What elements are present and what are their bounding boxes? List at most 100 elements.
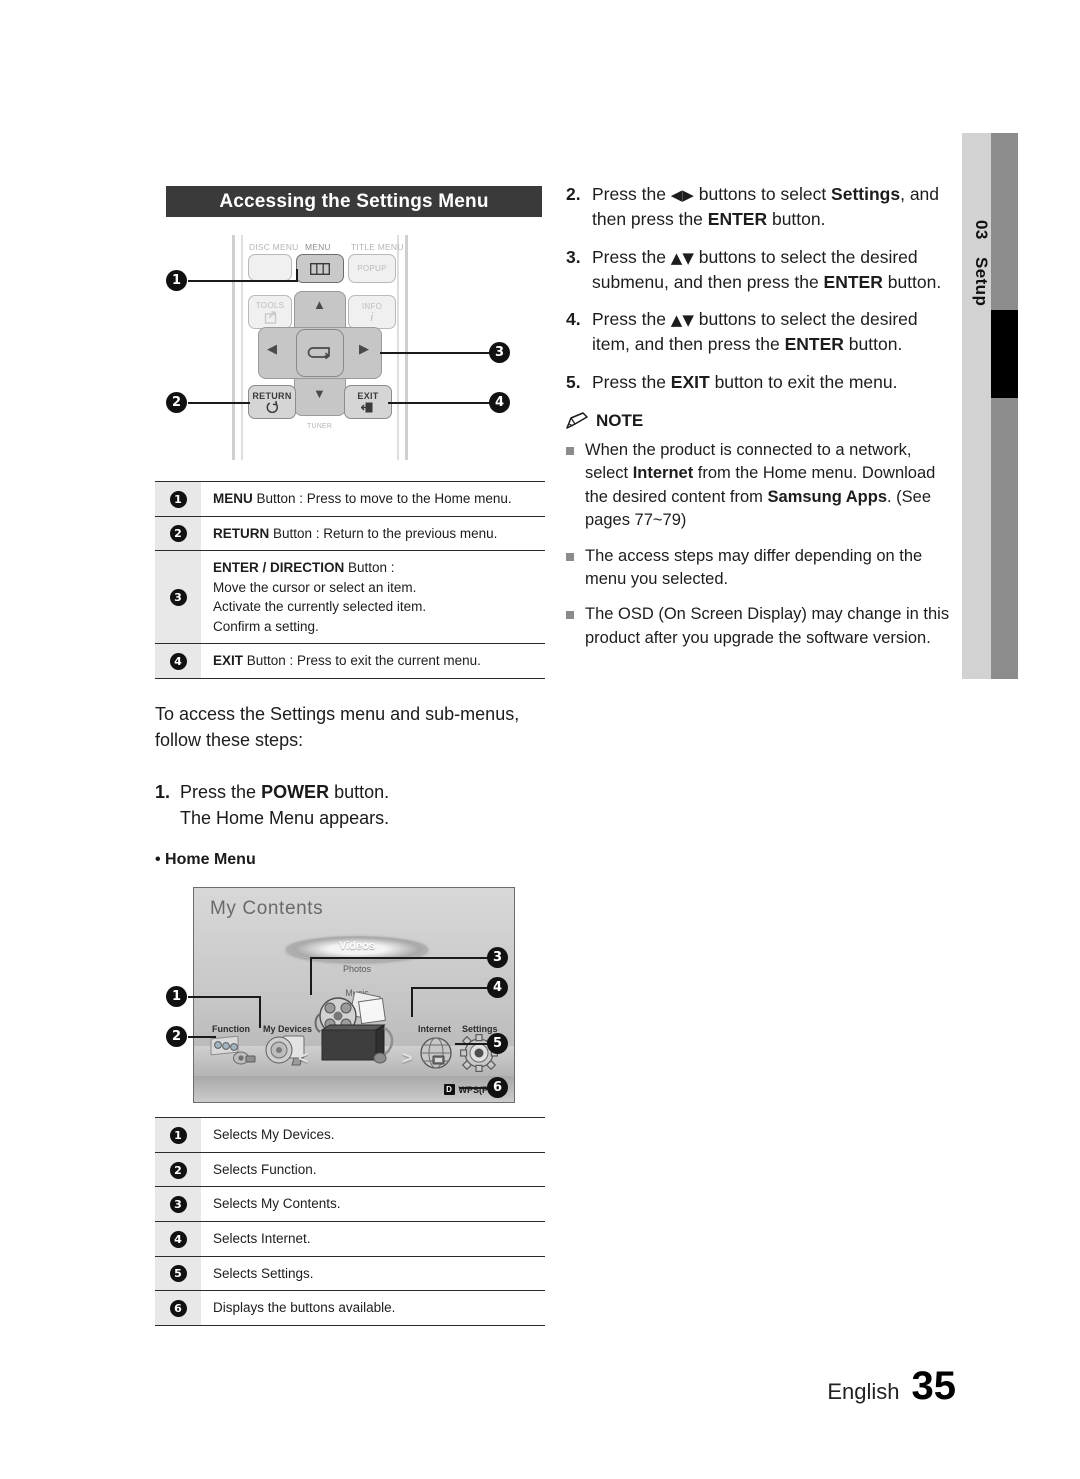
table-row: 3 Selects My Contents. <box>155 1186 545 1222</box>
note-item: The access steps may differ depending on… <box>566 545 958 592</box>
chapter-label: Setup <box>972 257 991 307</box>
callout-lead-2 <box>188 402 250 404</box>
wps-key-icon: D <box>443 1084 455 1096</box>
enter-key[interactable] <box>296 329 344 377</box>
note-list: When the product is connected to a netwo… <box>566 439 958 650</box>
return-key[interactable]: RETURN <box>248 385 296 419</box>
chevron-left-icon[interactable]: < <box>298 1048 309 1069</box>
hm-callout-lead-4 <box>411 987 489 989</box>
note-item: When the product is connected to a netwo… <box>566 439 958 533</box>
info-key[interactable]: INFO i <box>348 295 396 329</box>
row-text-cell: ENTER / DIRECTION Button : Move the curs… <box>201 551 545 644</box>
row-number: 3 <box>169 1196 187 1214</box>
emphasis-text: ENTER <box>823 271 883 292</box>
row-number: 2 <box>169 525 187 543</box>
hm-callout-lead-1b <box>259 996 261 1029</box>
row-rest: Button : Return to the previous menu. <box>269 525 498 541</box>
dpad-left-icon[interactable]: ◀ <box>267 341 277 357</box>
row-subline: Confirm a setting. <box>213 618 319 634</box>
remote-control-figure: DISC MENU MENU TITLE MENU POPUP TOOLS IN… <box>155 227 545 467</box>
row-text-cell: Selects Function. <box>213 1161 317 1177</box>
tools-key[interactable]: TOOLS <box>248 295 292 329</box>
row-text-cell: RETURN Button : Return to the previous m… <box>201 516 545 551</box>
home-menu-figure: My Contents Videos Photos Music Function… <box>155 879 545 1109</box>
dpad-up-icon[interactable]: ▲ <box>313 297 326 312</box>
carousel-item-videos[interactable]: Videos <box>286 940 428 952</box>
row-number-cell: 3 <box>155 1186 201 1222</box>
callout-lead-1b <box>296 269 298 282</box>
dpad-down-icon[interactable]: ▼ <box>313 386 326 401</box>
menu-key[interactable] <box>296 254 344 283</box>
table-row: 5 Selects Settings. <box>155 1256 545 1291</box>
step-1-line2: The Home Menu appears. <box>180 808 390 829</box>
hm-callout-lead-1 <box>188 996 260 998</box>
body-text-run: buttons to select <box>693 184 832 204</box>
function-icon[interactable] <box>210 1036 256 1075</box>
row-number-cell: 2 <box>155 1152 201 1187</box>
row-number-cell: 4 <box>155 1221 201 1257</box>
steps-list: 2. Press the ◀▶ buttons to select Setting… <box>566 182 958 395</box>
chapter-tab-marker <box>991 310 1018 398</box>
intro-paragraph: To access the Settings menu and sub-menu… <box>155 703 520 751</box>
step-1-text: Press the POWER button. The Home Menu app… <box>180 779 389 831</box>
body-text-run: Press the <box>592 309 671 330</box>
table-row: 4 EXIT Button : Press to exit the curren… <box>155 643 545 679</box>
carousel-item-photos[interactable]: Photos <box>286 964 428 974</box>
remote-edge-left-inner <box>241 235 243 460</box>
remote-button-table: 1 MENU Button : Press to move to the Hom… <box>155 481 545 679</box>
popup-key[interactable]: POPUP <box>348 254 396 283</box>
emphasis-text: EXIT <box>670 372 710 393</box>
tools-icon <box>264 310 276 324</box>
step-number: 5. <box>566 372 581 393</box>
table-row: 1 Selects My Devices. <box>155 1117 545 1153</box>
step-text: Press the ▲▼ buttons to select the desir… <box>592 245 958 295</box>
hm-callout-lead-3 <box>310 957 488 959</box>
callout-lead-3 <box>380 352 492 354</box>
callout-marker-1: 1 <box>166 270 187 291</box>
my-contents-icon[interactable] <box>312 991 404 1077</box>
step-item: 3. Press the ▲▼ buttons to select the des… <box>566 245 958 295</box>
internet-icon[interactable] <box>418 1036 454 1075</box>
note-item: The OSD (On Screen Display) may change i… <box>566 603 958 650</box>
note-heading: NOTE <box>566 411 958 431</box>
row-number: 4 <box>169 653 187 671</box>
home-menu-table: 1 Selects My Devices. 2 Selects Function… <box>155 1117 545 1326</box>
step-item: 5. Press the EXIT button to exit the menu… <box>566 370 958 395</box>
icon-label-settings: Settings <box>462 1024 498 1035</box>
table-row: 3 ENTER / DIRECTION Button : Move the cu… <box>155 550 545 644</box>
callout-lead-1 <box>188 280 298 282</box>
arrow-glyphs: ▲▼ <box>670 248 694 267</box>
note-bullet-icon <box>566 611 574 620</box>
row-text-cell: Selects Internet. <box>213 1231 311 1246</box>
note-heading-text: NOTE <box>596 410 644 430</box>
body-text-run: The access steps may differ depending on… <box>585 546 923 589</box>
tuner-label: TUNER <box>307 423 333 430</box>
disc-menu-label: DISC MENU <box>249 242 299 252</box>
menu-icon <box>310 262 330 275</box>
step-1-post: button. <box>329 782 390 803</box>
table-row: 2 RETURN Button : Return to the previous… <box>155 516 545 551</box>
row-rest: Button : Press to move to the Home menu. <box>252 491 512 506</box>
row-rest: Button : Press to exit the current menu. <box>243 653 481 669</box>
disc-menu-key[interactable] <box>248 254 292 281</box>
table-row: 4 Selects Internet. <box>155 1221 545 1257</box>
emphasis-text: Samsung Apps <box>767 487 888 506</box>
body-text-run: button to exit the menu. <box>709 372 898 393</box>
row-bold-label: RETURN <box>213 525 270 541</box>
row-number-cell: 5 <box>155 1256 201 1291</box>
chapter-tab-text: 03 Setup <box>962 133 991 383</box>
row-number-cell: 1 <box>155 481 201 517</box>
hm-callout-lead-4b <box>411 987 413 1018</box>
step-1: 1. Press the POWER button. The Home Menu … <box>155 779 545 831</box>
chapter-number: 03 <box>972 219 991 240</box>
dpad-right-icon[interactable]: ▶ <box>359 341 369 357</box>
note-bullet-icon <box>566 552 574 561</box>
step-1-bold: POWER <box>261 782 330 803</box>
body-text-run: Press the <box>592 246 671 267</box>
exit-key[interactable]: EXIT <box>344 385 392 419</box>
row-number-cell: 4 <box>155 643 201 679</box>
return-label: RETURN <box>252 391 292 401</box>
chevron-right-icon[interactable]: > <box>402 1048 413 1069</box>
popup-label: POPUP <box>357 264 387 273</box>
row-subline: Activate the currently selected item. <box>213 599 427 615</box>
